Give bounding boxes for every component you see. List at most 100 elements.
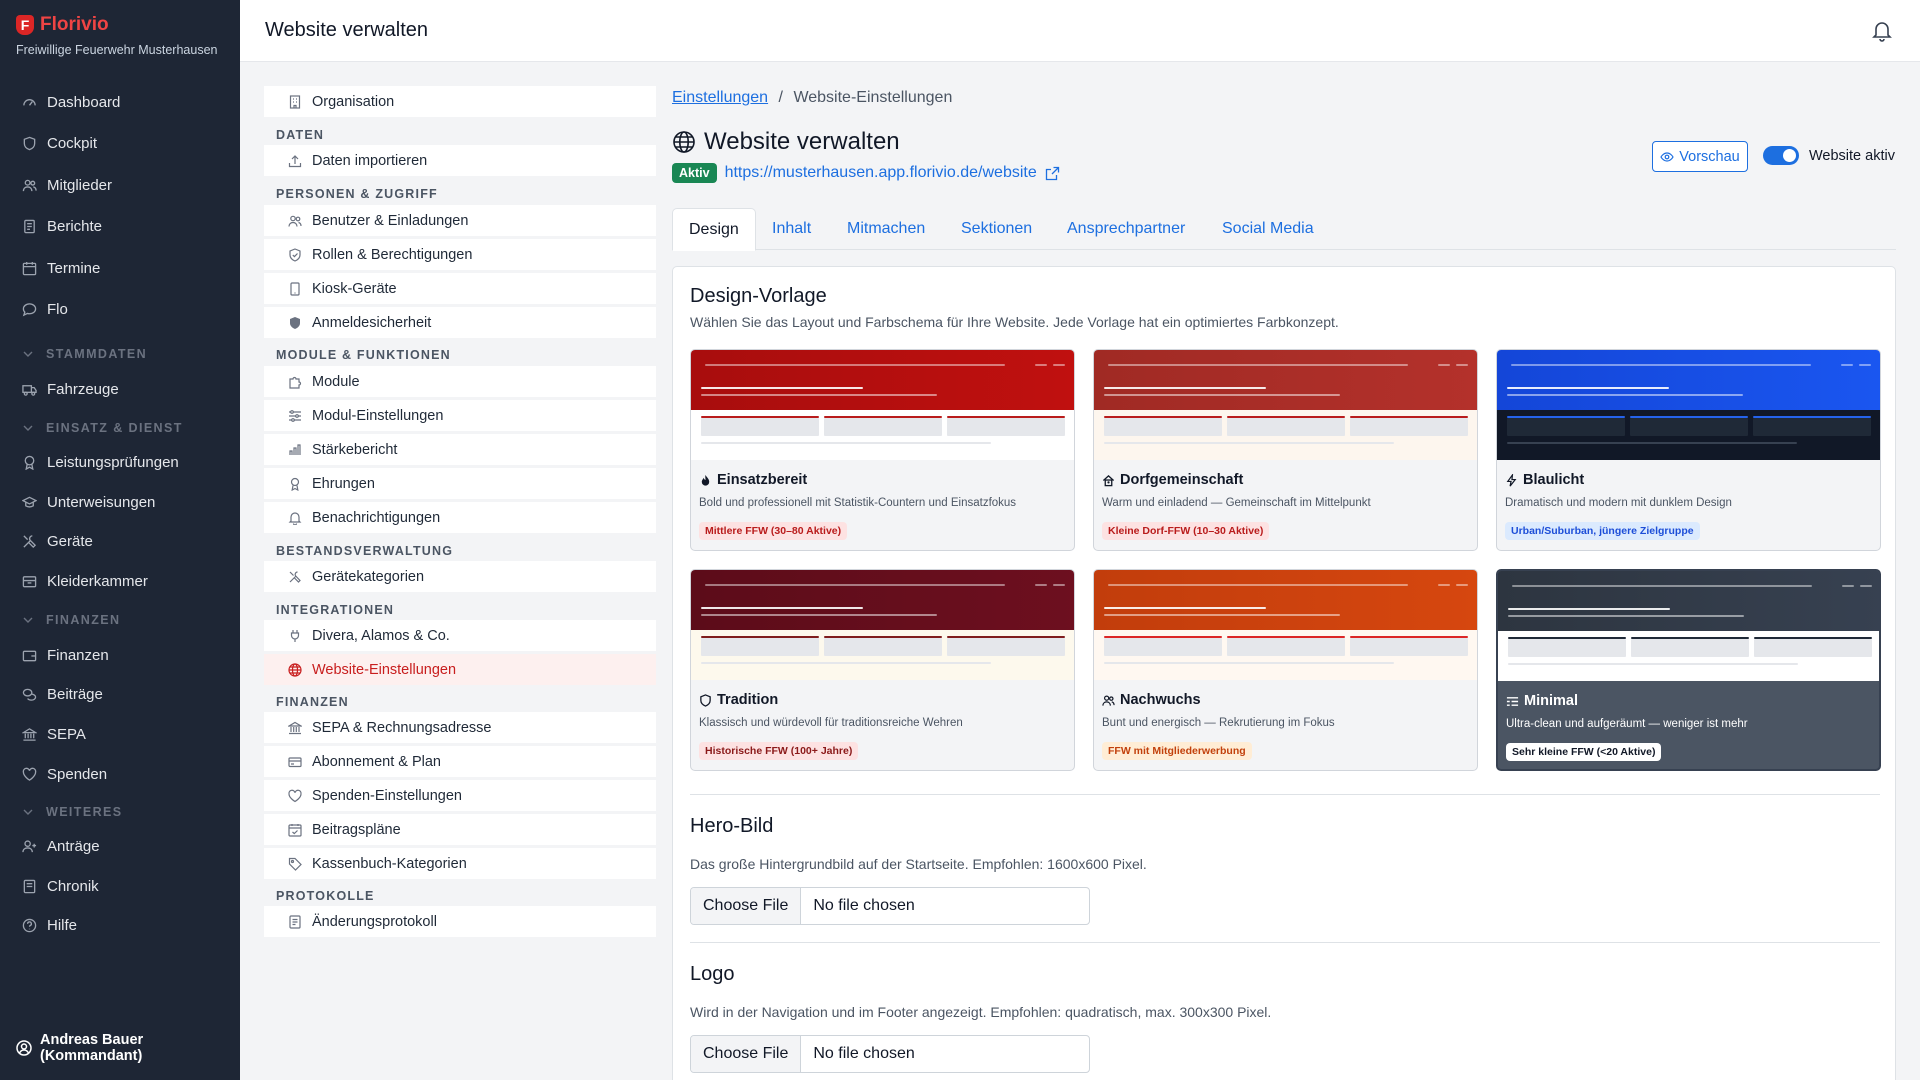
settings-item-sepa[interactable]: SEPA & Rechnungsadresse — [264, 712, 656, 743]
logo-file-input[interactable]: Choose File No file chosen — [690, 1035, 1090, 1073]
preview-line — [1053, 584, 1065, 586]
user-plus-icon — [22, 839, 37, 854]
sidebar-item-beitraege[interactable]: Beiträge — [22, 682, 103, 706]
sidebar-item-mitglieder[interactable]: Mitglieder — [22, 173, 112, 197]
template-card-einsatzbereit[interactable]: Einsatzbereit Bold und professionell mit … — [690, 349, 1075, 551]
sidebar-item-spenden[interactable]: Spenden — [22, 762, 107, 786]
section-desc-logo: Wird in der Navigation und im Footer ang… — [690, 1004, 1272, 1020]
puzzle-icon — [288, 375, 302, 389]
sidebar-item-leistungspruefungen[interactable]: Leistungsprüfungen — [22, 450, 179, 474]
settings-item-staerkebericht[interactable]: Stärkebericht — [264, 434, 656, 465]
tab-design[interactable]: Design — [672, 208, 756, 251]
design-card: Design-Vorlage Wählen Sie das Layout und… — [672, 266, 1896, 1080]
sidebar-section-stammdaten[interactable]: STAMMDATEN — [22, 344, 147, 364]
tab-inhalt[interactable]: Inhalt — [756, 208, 827, 250]
settings-item-website[interactable]: Website-Einstellungen — [264, 654, 656, 685]
preview-hero — [1497, 350, 1880, 410]
breadcrumb-link-einstellungen[interactable]: Einstellungen — [672, 89, 768, 106]
breadcrumb: Einstellungen / Website-Einstellungen — [672, 89, 952, 107]
tab-sektionen[interactable]: Sektionen — [945, 208, 1048, 250]
settings-item-geraetekategorien[interactable]: Gerätekategorien — [264, 561, 656, 592]
preview-line — [1108, 584, 1408, 586]
sidebar-item-termine[interactable]: Termine — [22, 256, 100, 280]
tab-ansprechpartner[interactable]: Ansprechpartner — [1051, 208, 1201, 250]
settings-item-module[interactable]: Module — [264, 366, 656, 397]
toggle-switch[interactable] — [1763, 146, 1799, 165]
chevron-down-icon — [22, 422, 34, 434]
choose-file-button[interactable]: Choose File — [691, 1036, 802, 1072]
settings-item-daten-importieren[interactable]: Daten importieren — [264, 145, 656, 176]
user-menu[interactable]: Andreas Bauer (Kommandant) — [16, 1032, 240, 1064]
settings-item-kiosk[interactable]: Kiosk-Geräte — [264, 273, 656, 304]
settings-item-divera[interactable]: Divera, Alamos & Co. — [264, 620, 656, 651]
settings-heading-finanzen: FINANZEN — [276, 695, 349, 709]
preview-line — [1508, 639, 1626, 657]
settings-heading-personen: PERSONEN & ZUGRIFF — [276, 187, 438, 201]
settings-item-aenderungsprotokoll[interactable]: Änderungsprotokoll — [264, 906, 656, 937]
choose-file-button[interactable]: Choose File — [691, 888, 802, 924]
preview-body — [1498, 631, 1879, 681]
sidebar-item-sepa[interactable]: SEPA — [22, 722, 86, 746]
template-desc: Ultra-clean und aufgeräumt — weniger ist… — [1506, 718, 1748, 730]
template-preview — [1094, 350, 1477, 460]
chat-icon — [22, 302, 37, 317]
gauge-icon — [22, 95, 37, 110]
sidebar-item-kleiderkammer[interactable]: Kleiderkammer — [22, 569, 148, 593]
sidebar-item-unterweisungen[interactable]: Unterweisungen — [22, 490, 155, 514]
settings-item-abonnement[interactable]: Abonnement & Plan — [264, 746, 656, 777]
template-card-dorfgemeinschaft[interactable]: Dorfgemeinschaft Warm und einladend — Gem… — [1093, 349, 1478, 551]
tab-social-media[interactable]: Social Media — [1206, 208, 1330, 250]
settings-item-rollen[interactable]: Rollen & Berechtigungen — [264, 239, 656, 270]
settings-item-spenden[interactable]: Spenden-Einstellungen — [264, 780, 656, 811]
settings-item-benachrichtigungen[interactable]: Benachrichtigungen — [264, 502, 656, 533]
settings-item-modul-einstellungen[interactable]: Modul-Einstellungen — [264, 400, 656, 431]
brand[interactable]: F Florivio Freiwillige Feuerwehr Musterh… — [16, 14, 217, 57]
settings-item-label: Divera, Alamos & Co. — [312, 627, 450, 644]
sidebar-item-label: Dashboard — [47, 93, 121, 111]
sidebar-item-hilfe[interactable]: Hilfe — [22, 913, 77, 937]
website-active-switch[interactable]: Website aktiv — [1763, 146, 1895, 165]
settings-item-kassenbuch[interactable]: Kassenbuch-Kategorien — [264, 848, 656, 879]
settings-heading-bestand: BESTANDSVERWALTUNG — [276, 544, 454, 558]
settings-item-benutzer[interactable]: Benutzer & Einladungen — [264, 205, 656, 236]
template-card-minimal[interactable]: Minimal Ultra-clean und aufgeräumt — weni… — [1496, 569, 1881, 771]
sidebar-item-finanzen[interactable]: Finanzen — [22, 643, 109, 667]
preview-button[interactable]: Vorschau — [1652, 141, 1748, 172]
template-preview — [691, 570, 1074, 680]
settings-item-beitragsplaene[interactable]: Beitragspläne — [264, 814, 656, 845]
sidebar-item-berichte[interactable]: Berichte — [22, 214, 102, 238]
shield-check-icon — [288, 247, 302, 262]
sidebar-item-cockpit[interactable]: Cockpit — [22, 131, 97, 155]
settings-item-ehrungen[interactable]: Ehrungen — [264, 468, 656, 499]
chevron-down-icon — [22, 806, 34, 818]
box-icon — [22, 574, 37, 589]
sidebar-item-dashboard[interactable]: Dashboard — [22, 90, 120, 114]
template-desc: Dramatisch und modern mit dunklem Design — [1505, 497, 1732, 509]
preview-line — [1104, 418, 1222, 436]
building-icon — [288, 94, 302, 109]
website-url-link[interactable]: https://musterhausen.app.florivio.de/web… — [725, 164, 1037, 182]
sidebar-item-antraege[interactable]: Anträge — [22, 834, 100, 858]
sidebar-item-label: Unterweisungen — [47, 493, 156, 511]
settings-item-anmeldesicherheit[interactable]: Anmeldesicherheit — [264, 307, 656, 338]
sidebar-section-finanzen[interactable]: FINANZEN — [22, 610, 120, 630]
sidebar-item-geraete[interactable]: Geräte — [22, 529, 93, 553]
bell-icon[interactable] — [1872, 20, 1892, 42]
sidebar-item-flo[interactable]: Flo — [22, 297, 68, 321]
sidebar-item-label: SEPA — [47, 725, 86, 743]
sidebar-section-einsatz[interactable]: EINSATZ & DIENST — [22, 418, 183, 438]
preview-line — [824, 638, 942, 656]
tab-mitmachen[interactable]: Mitmachen — [831, 208, 941, 250]
settings-item-organisation[interactable]: Organisation — [264, 86, 656, 117]
sidebar-item-fahrzeuge[interactable]: Fahrzeuge — [22, 377, 119, 401]
hero-file-input[interactable]: Choose File No file chosen — [690, 887, 1090, 925]
template-name: Dorfgemeinschaft — [1102, 472, 1243, 488]
sidebar-item-chronik[interactable]: Chronik — [22, 874, 99, 898]
template-name-text: Tradition — [717, 692, 779, 708]
external-link-icon[interactable] — [1045, 166, 1060, 181]
sidebar-section-weiteres[interactable]: WEITERES — [22, 802, 122, 822]
template-card-blaulicht[interactable]: Blaulicht Dramatisch und modern mit dunkl… — [1496, 349, 1881, 551]
template-card-tradition[interactable]: Tradition Klassisch und würdevoll für tra… — [690, 569, 1075, 771]
award-icon — [22, 455, 37, 470]
template-card-nachwuchs[interactable]: Nachwuchs Bunt und energisch — Rekrutieru… — [1093, 569, 1478, 771]
